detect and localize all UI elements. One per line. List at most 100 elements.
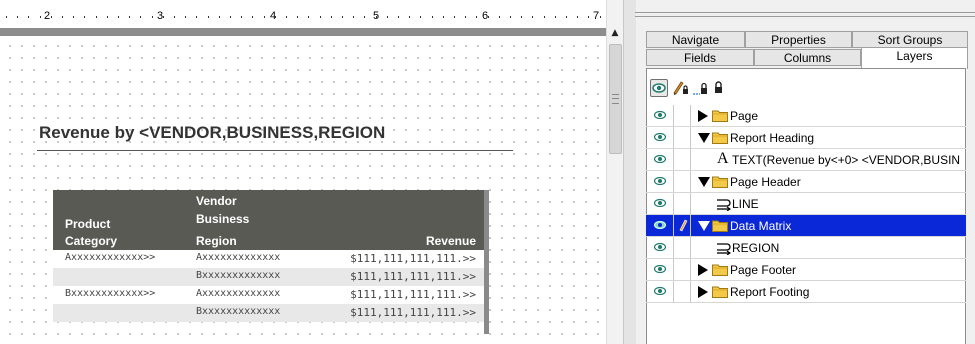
tree-label: Report Heading	[730, 131, 815, 145]
tree-row-report-footing[interactable]: Report Footing	[646, 281, 966, 303]
report-title-text[interactable]: Revenue by <VENDOR,BUSINESS,REGION	[39, 123, 385, 143]
lock-cell[interactable]	[674, 281, 691, 302]
ruler-tick	[443, 16, 444, 18]
tree-row-line[interactable]: LINE	[646, 193, 966, 215]
matrix-row: Axxxxxxxxxxxx>> Axxxxxxxxxxxxx $111,111,…	[53, 250, 486, 268]
collapse-arrow-icon[interactable]	[698, 177, 710, 187]
ruler-tick	[409, 16, 410, 18]
visibility-cell[interactable]	[646, 237, 674, 258]
ruler-tick	[107, 16, 108, 18]
visibility-cell[interactable]	[646, 215, 674, 236]
eye-icon[interactable]	[650, 79, 668, 97]
ruler-tick	[353, 16, 354, 18]
pencil-icon	[679, 219, 688, 232]
ruler-tick	[566, 16, 567, 18]
tree-row-page[interactable]: Page	[646, 105, 966, 127]
visibility-cell[interactable]	[646, 193, 674, 214]
matrix-header: Product Category Vendor Business Region …	[53, 190, 486, 250]
header-revenue: Revenue	[425, 234, 476, 248]
tree-row-report-heading[interactable]: Report Heading	[646, 127, 966, 149]
tree-label: LINE	[732, 197, 759, 211]
header-region: Region	[196, 234, 237, 248]
report-title-line[interactable]	[37, 150, 513, 151]
collapse-arrow-icon[interactable]	[698, 133, 710, 143]
lock-cell[interactable]	[674, 127, 691, 148]
expand-arrow-icon[interactable]	[698, 264, 708, 276]
layers-toolbar	[650, 79, 750, 99]
report-canvas[interactable]: 2 3 4 5 6 7 Revenue by <VENDOR,BUSINESS,…	[0, 0, 606, 344]
ruler-tick	[600, 16, 601, 18]
visibility-cell[interactable]	[646, 127, 674, 148]
lock-cell[interactable]	[674, 193, 691, 214]
tree-row-region[interactable]: REGION	[646, 237, 966, 259]
ruler-tick	[96, 16, 97, 18]
panel-splitter[interactable]	[623, 0, 637, 344]
tree-row-text[interactable]: A TEXT(Revenue by<+0> <VENDOR,BUSIN	[646, 149, 966, 171]
cell-revenue: $111,111,111,111.>>	[350, 270, 476, 283]
expand-arrow-icon[interactable]	[698, 286, 708, 298]
eye-icon	[654, 133, 666, 141]
lock-cell[interactable]	[674, 215, 691, 236]
ruler-tick	[118, 16, 119, 18]
lock-cell[interactable]	[674, 237, 691, 258]
visibility-cell[interactable]	[646, 259, 674, 280]
folder-icon	[712, 110, 728, 122]
visibility-cell[interactable]	[646, 105, 674, 126]
tree-row-page-footer[interactable]: Page Footer	[646, 259, 966, 281]
ruler-tick	[219, 16, 220, 18]
lock-cell[interactable]	[674, 171, 691, 192]
visibility-cell[interactable]	[646, 171, 674, 192]
tree-label: Data Matrix	[730, 219, 792, 233]
tab-layers[interactable]: Layers	[861, 47, 968, 69]
scroll-up-arrow-icon[interactable]: ▲	[610, 28, 620, 38]
matrix-row: Bxxxxxxxxxxxxx $111,111,111,111.>>	[53, 304, 486, 322]
pencil-lock-icon[interactable]	[672, 79, 690, 97]
ruler-tick	[152, 16, 153, 18]
lock-cell[interactable]	[674, 105, 691, 126]
eye-icon	[654, 177, 666, 185]
ruler-tick	[196, 16, 197, 18]
ruler-tick	[264, 16, 265, 18]
ruler-tick	[129, 16, 130, 18]
lock-cell[interactable]	[674, 149, 691, 170]
ruler-tick	[432, 16, 433, 18]
cell-revenue: $111,111,111,111.>>	[350, 306, 476, 319]
ruler-tick	[297, 16, 298, 18]
tree-label: Page Footer	[730, 263, 797, 277]
header-vendor: Vendor	[196, 194, 237, 208]
cell-category: Bxxxxxxxxxxxx>>	[65, 288, 156, 299]
tab-properties[interactable]: Properties	[745, 31, 852, 48]
header-product: Product	[65, 217, 111, 231]
line-icon	[717, 199, 731, 211]
lock-icon[interactable]	[710, 79, 728, 97]
ruler-tick	[544, 16, 545, 18]
data-matrix[interactable]: Product Category Vendor Business Region …	[53, 190, 486, 322]
horizontal-ruler: 2 3 4 5 6 7	[0, 0, 606, 28]
ruler-tick	[275, 16, 276, 18]
cell-revenue: $111,111,111,111.>>	[350, 252, 476, 265]
tree-row-data-matrix[interactable]: Data Matrix	[646, 215, 966, 237]
lock-open-icon[interactable]	[692, 79, 710, 97]
tab-fields[interactable]: Fields	[646, 49, 754, 66]
panel-top-rule	[635, 12, 975, 13]
tree-row-page-header[interactable]: Page Header	[646, 171, 966, 193]
tab-navigate[interactable]: Navigate	[646, 31, 745, 48]
ruler-tick	[454, 16, 455, 18]
matrix-row: Bxxxxxxxxxxxx>> Axxxxxxxxxxxxx $111,111,…	[53, 286, 486, 304]
ruler-tick	[521, 16, 522, 18]
cell-vendor: Axxxxxxxxxxxxx	[196, 288, 281, 299]
vertical-scrollbar[interactable]: ▲	[606, 0, 623, 344]
ruler-tick	[174, 16, 175, 18]
collapse-arrow-icon[interactable]	[698, 221, 710, 231]
ruler-tick	[163, 16, 164, 18]
tab-columns[interactable]: Columns	[754, 49, 861, 66]
visibility-cell[interactable]	[646, 281, 674, 302]
expand-arrow-icon[interactable]	[698, 110, 708, 122]
visibility-cell[interactable]	[646, 149, 674, 170]
folder-icon	[712, 264, 728, 276]
scroll-thumb[interactable]	[609, 44, 622, 154]
ruler-tick	[84, 16, 85, 18]
tab-sort-groups[interactable]: Sort Groups	[852, 31, 968, 48]
ruler-margin-bar	[0, 28, 606, 36]
lock-cell[interactable]	[674, 259, 691, 280]
